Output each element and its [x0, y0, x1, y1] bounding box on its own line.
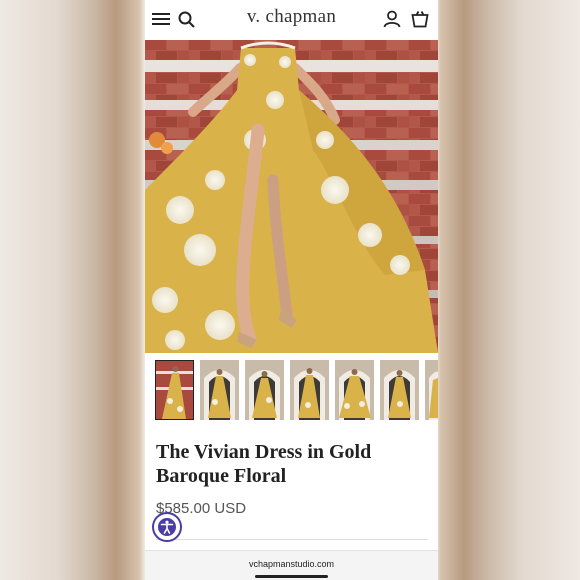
thumbnail-7[interactable] — [425, 360, 438, 420]
accessibility-icon[interactable] — [152, 512, 182, 542]
thumbnail-4[interactable] — [290, 360, 329, 420]
browser-url: vchapmanstudio.com — [248, 559, 335, 569]
thumbnail-strip — [145, 360, 438, 422]
product-main-image[interactable] — [145, 40, 438, 353]
shopping-bag-icon[interactable] — [410, 9, 430, 29]
thumbnail-5[interactable] — [335, 360, 374, 420]
user-icon[interactable] — [382, 9, 402, 29]
blurred-backdrop-right — [435, 0, 580, 580]
thumbnail-2[interactable] — [200, 360, 239, 420]
home-indicator — [255, 575, 328, 578]
divider — [156, 539, 428, 540]
thumbnail-6[interactable] — [380, 360, 419, 420]
thumbnail-3[interactable] — [245, 360, 284, 420]
product-title: The Vivian Dress in Gold Baroque Floral — [156, 441, 372, 487]
phone-screen: v. chapman The Vivian Dress in Gold Baro… — [145, 0, 438, 580]
site-header: v. chapman — [145, 0, 438, 38]
thumbnail-1[interactable] — [155, 360, 194, 420]
blurred-backdrop-left — [0, 0, 145, 580]
